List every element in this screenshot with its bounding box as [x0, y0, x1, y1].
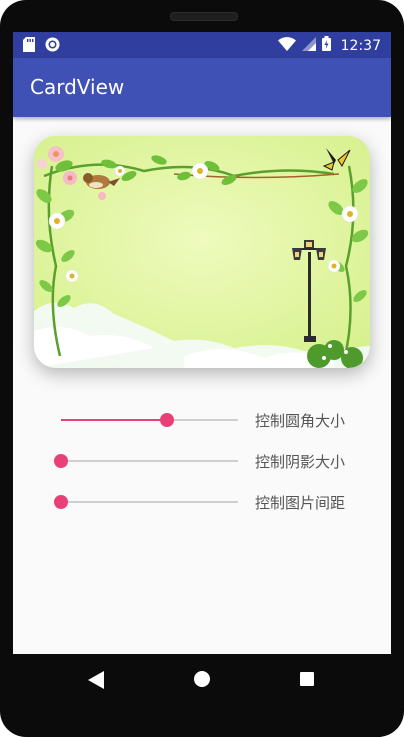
page-title: CardView: [30, 75, 125, 99]
slider-label: 控制图片间距: [255, 494, 346, 512]
slider-track[interactable]: [61, 501, 238, 503]
slider-label: 控制阴影大小: [255, 453, 346, 471]
slider-thumb[interactable]: [54, 495, 68, 509]
corner-radius-slider[interactable]: 控制圆角大小: [61, 408, 381, 432]
slider-thumb[interactable]: [54, 454, 68, 468]
back-icon[interactable]: [88, 671, 104, 693]
image-padding-slider[interactable]: 控制图片间距: [54, 490, 381, 514]
wifi-icon: [277, 36, 296, 55]
card-view: [34, 136, 370, 368]
recents-icon[interactable]: [300, 672, 314, 686]
screen: 12:37 CardView 控制圆角大小 控制阴影大小 控制图片间距: [13, 32, 391, 654]
slider-track-fill: [61, 419, 167, 421]
status-bar: 12:37: [13, 32, 391, 58]
app-bar: CardView: [13, 58, 391, 117]
slider-track[interactable]: [61, 460, 238, 462]
speaker-grille: [170, 12, 238, 21]
slider-thumb[interactable]: [160, 413, 174, 427]
card-image: [34, 136, 370, 368]
signal-icon: [301, 36, 316, 55]
slider-track[interactable]: [61, 419, 238, 421]
slider-label: 控制圆角大小: [255, 412, 346, 430]
clock: 12:37: [340, 37, 381, 54]
battery-icon: [321, 36, 331, 55]
device-frame: 12:37 CardView 控制圆角大小 控制阴影大小 控制图片间距: [0, 0, 404, 737]
home-icon[interactable]: [194, 671, 210, 687]
sync-icon: [45, 37, 60, 56]
shadow-size-slider[interactable]: 控制阴影大小: [54, 449, 381, 473]
sd-card-icon: [23, 37, 35, 56]
